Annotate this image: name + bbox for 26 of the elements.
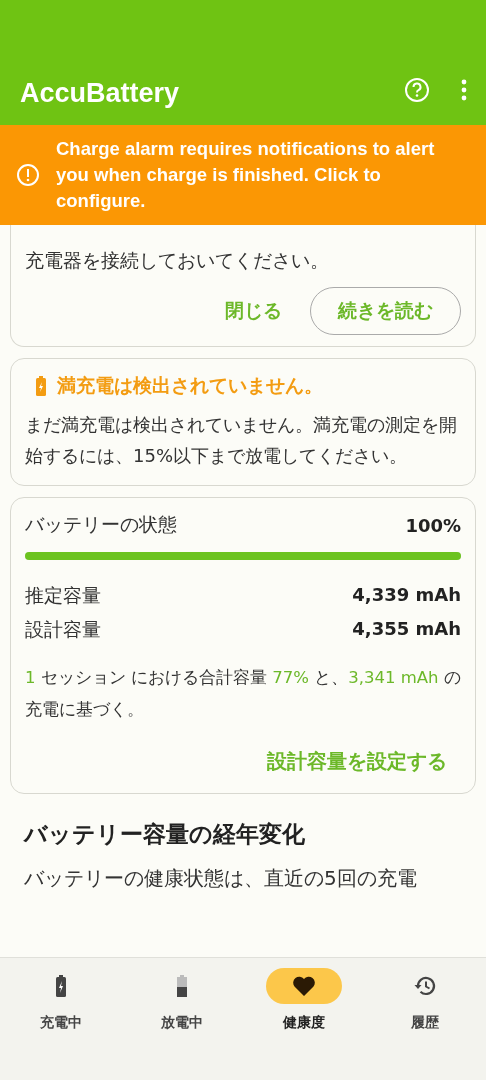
nav-item[interactable]: 履歴 bbox=[364, 968, 486, 1080]
app-title: AccuBattery bbox=[20, 78, 180, 110]
nav-item[interactable]: 放電中 bbox=[121, 968, 243, 1080]
health-value: 100% bbox=[405, 514, 461, 536]
charging-battery-icon bbox=[54, 975, 67, 997]
section-title: バッテリー容量の経年変化 bbox=[24, 820, 306, 849]
banner-text: Charge alarm requires notifications to alert you when charge is finished. Click to configure. bbox=[56, 137, 436, 213]
nav-item[interactable]: 充電中 bbox=[0, 968, 122, 1080]
notice-title: 満充電は検出されていません。 bbox=[57, 373, 323, 398]
capacity-value: 4,339 mAh bbox=[352, 583, 461, 607]
nav-item[interactable]: 健康度 bbox=[243, 968, 365, 1080]
heart-icon bbox=[291, 975, 316, 997]
battery-icon bbox=[35, 376, 47, 396]
capacity-value: 4,355 mAh bbox=[352, 617, 461, 641]
section-text: バッテリーの健康状態は、直近の5回の充電 bbox=[24, 865, 418, 892]
summary-text: 1 セッション における合計容量 77% と、3,341 mAh の充電に基づく。 bbox=[25, 667, 461, 721]
history-icon bbox=[413, 974, 438, 998]
tip-text: 充電器を接続しておいてください。 bbox=[25, 248, 330, 273]
more-options-icon[interactable] bbox=[460, 79, 468, 101]
battery-icon bbox=[176, 975, 189, 997]
notice-text: まだ満充電は検出されていません。満充電の測定を開始するには、15%以下まで放電してください。 bbox=[25, 413, 458, 468]
capacity-label: 設計容量 bbox=[25, 617, 101, 642]
health-label: バッテリーの状態 bbox=[25, 512, 177, 537]
capacity-label: 推定容量 bbox=[25, 583, 101, 608]
help-icon[interactable] bbox=[404, 77, 430, 103]
alert-icon bbox=[16, 163, 40, 187]
